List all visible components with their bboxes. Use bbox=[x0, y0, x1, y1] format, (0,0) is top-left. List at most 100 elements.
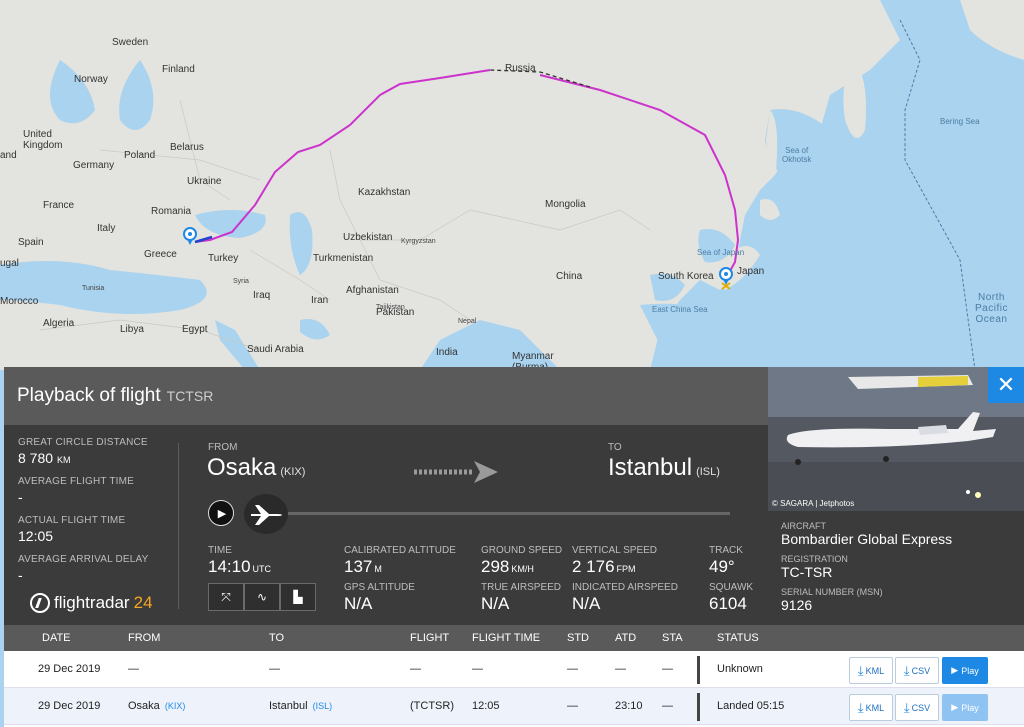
from-city: Osaka (KIX) bbox=[207, 454, 305, 482]
play-icon: ▶ bbox=[951, 665, 959, 675]
cell-to: — bbox=[269, 663, 280, 675]
download-icon: ⤓ bbox=[857, 699, 864, 715]
stat-average-arrival-delay: Average arrival delay - bbox=[18, 554, 168, 583]
photo-credit[interactable]: © SAGARA | Jetphotos bbox=[772, 499, 854, 508]
metric-label: GROUND SPEED bbox=[481, 545, 563, 556]
cell-to-code[interactable]: (ISL) bbox=[313, 701, 333, 711]
collapse-arrows-icon: ⤧ bbox=[221, 589, 231, 604]
play-label: Play bbox=[961, 665, 979, 676]
close-icon: ✕ bbox=[996, 372, 1016, 397]
map-label-east-china-sea: East China Sea bbox=[652, 305, 708, 314]
map-label-kyrgyzstan: Kyrgyzstan bbox=[401, 238, 436, 245]
map-label-iraq: Iraq bbox=[253, 290, 271, 301]
map-label-ireland: and bbox=[0, 150, 17, 161]
metric-value: 137 M bbox=[344, 557, 456, 577]
aircraft-type-value: Bombardier Global Express bbox=[781, 531, 953, 547]
metric-squawk: SQUAWK 6104 bbox=[709, 582, 753, 614]
download-csv-button[interactable]: ⤓ CSV bbox=[895, 657, 939, 684]
metric-value: N/A bbox=[481, 594, 510, 613]
playback-play-button[interactable]: ▶ bbox=[208, 500, 234, 526]
map-label-france: France bbox=[43, 200, 75, 211]
metric-label: INDICATED AIRSPEED bbox=[572, 582, 678, 593]
stat-great-circle: Great circle distance 8 780 KM bbox=[18, 437, 168, 466]
collapse-view-button[interactable]: ⤧ bbox=[208, 583, 244, 611]
stat-value: 8 780 KM bbox=[18, 450, 168, 466]
map-label-sweden: Sweden bbox=[112, 37, 149, 48]
metric-track: TRACK 49° bbox=[709, 545, 743, 577]
playback-panel: Playback of flight TCTSR Great circle dis… bbox=[4, 367, 1024, 727]
map-label-belarus: Belarus bbox=[170, 142, 204, 153]
cell-from-code[interactable]: (KIX) bbox=[165, 701, 186, 711]
registration-label: REGISTRATION bbox=[781, 554, 848, 564]
route-view-button[interactable]: ∿ bbox=[244, 583, 280, 611]
metric-label: TRUE AIRSPEED bbox=[481, 582, 562, 593]
download-kml-button[interactable]: ⤓ KML bbox=[849, 694, 893, 721]
map-label-spain: Spain bbox=[18, 237, 44, 248]
flight-history-table: DATE FROM TO FLIGHT FLIGHT TIME STD ATD … bbox=[4, 625, 1024, 727]
from-city-name: Osaka bbox=[207, 454, 277, 481]
col-header-atd: ATD bbox=[615, 632, 637, 644]
from-airport-code: (KIX) bbox=[280, 466, 306, 478]
vertical-divider bbox=[178, 443, 179, 609]
aircraft-photo[interactable]: ✕ © SAGARA | Jetphotos bbox=[768, 367, 1024, 511]
playback-progress-track[interactable] bbox=[246, 512, 730, 515]
cell-flight-time: — bbox=[472, 663, 483, 675]
metric-value-number: 298 bbox=[481, 557, 510, 576]
play-icon: ▶ bbox=[217, 507, 227, 520]
table-row[interactable]: 29 Dec 2019 Osaka (KIX) Istanbul (ISL) (… bbox=[4, 688, 1024, 725]
kml-label: KML bbox=[865, 702, 885, 713]
play-label: Play bbox=[961, 702, 979, 713]
metric-label: TRACK bbox=[709, 545, 743, 556]
metric-calibrated-altitude: CALIBRATED ALTITUDE 137 M bbox=[344, 545, 456, 577]
map-label-sea-of-japan: Sea of Japan bbox=[697, 248, 745, 257]
logo-number: 24 bbox=[133, 593, 153, 612]
col-header-std: STD bbox=[567, 632, 589, 644]
map-label-turkey: Turkey bbox=[208, 253, 239, 264]
download-kml-button[interactable]: ⤓ KML bbox=[849, 657, 893, 684]
view-buttons: ⤧ ∿ ▙ bbox=[208, 583, 316, 611]
map-label-greece: Greece bbox=[144, 249, 177, 260]
download-icon: ⤓ bbox=[903, 699, 910, 715]
metric-label: CALIBRATED ALTITUDE bbox=[344, 545, 456, 556]
row-play-button[interactable]: ▶ Play bbox=[942, 694, 988, 721]
map-label-portugal: ugal bbox=[0, 258, 19, 269]
stats-column: Great circle distance 8 780 KM Average f… bbox=[18, 437, 168, 593]
row-play-button[interactable]: ▶ Play bbox=[942, 657, 988, 684]
map-label-syria: Syria bbox=[233, 278, 249, 285]
metric-value: N/A bbox=[344, 594, 373, 613]
cell-atd: — bbox=[615, 663, 626, 675]
kml-label: KML bbox=[865, 665, 885, 676]
map-label-egypt: Egypt bbox=[182, 324, 208, 335]
flightradar24-logo[interactable]: flightradar 24 bbox=[30, 593, 153, 613]
download-csv-button[interactable]: ⤓ CSV bbox=[895, 694, 939, 721]
altitude-graph-button[interactable]: ▙ bbox=[280, 583, 316, 611]
col-header-status: STATUS bbox=[717, 632, 759, 644]
table-header: DATE FROM TO FLIGHT FLIGHT TIME STD ATD … bbox=[4, 625, 1024, 651]
cell-status: Landed 05:15 bbox=[717, 700, 785, 712]
col-header-flight: FLIGHT bbox=[410, 632, 450, 644]
map-label-russia: Russia bbox=[505, 63, 536, 74]
stat-actual-flight-time: Actual flight time 12:05 bbox=[18, 515, 168, 544]
stat-average-flight-time: Average flight time - bbox=[18, 476, 168, 505]
aircraft-info: AIRCRAFT Bombardier Global Express REGIS… bbox=[768, 511, 1024, 625]
table-row[interactable]: 29 Dec 2019 — — — — — — — Unknown ⤓ KML ⤓… bbox=[4, 651, 1024, 688]
map-label-nepal: Nepal bbox=[458, 318, 477, 325]
panel-title-text: Playback of flight bbox=[17, 385, 161, 406]
metric-unit: UTC bbox=[252, 564, 272, 574]
map-label-poland: Poland bbox=[124, 150, 156, 161]
stat-value: - bbox=[18, 567, 23, 583]
map-label-romania: Romania bbox=[151, 206, 192, 217]
play-icon: ▶ bbox=[951, 702, 959, 712]
cell-date: 29 Dec 2019 bbox=[38, 663, 101, 675]
map-label-mongolia: Mongolia bbox=[545, 199, 586, 210]
map-label-afghanistan: Afghanistan bbox=[346, 285, 399, 296]
cell-date: 29 Dec 2019 bbox=[38, 700, 101, 712]
cell-flight-time: 12:05 bbox=[472, 700, 500, 712]
panel-header: Playback of flight TCTSR bbox=[4, 367, 768, 425]
playback-scrubber-handle[interactable] bbox=[244, 494, 288, 534]
logo-text: flightradar bbox=[54, 593, 130, 612]
map-label-italy: Italy bbox=[97, 223, 116, 234]
map-label-china: China bbox=[556, 271, 583, 282]
stat-label: Average flight time bbox=[18, 476, 135, 487]
close-panel-button[interactable]: ✕ bbox=[988, 367, 1024, 403]
